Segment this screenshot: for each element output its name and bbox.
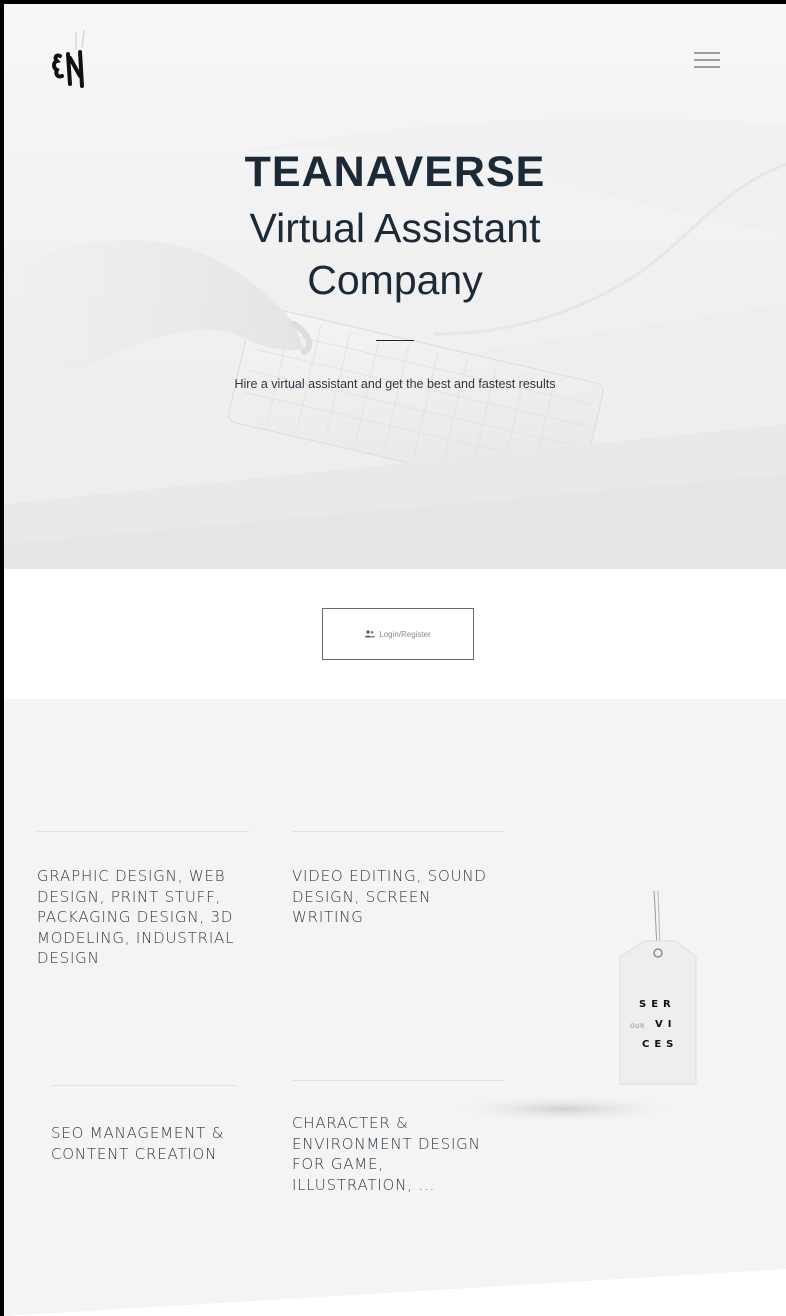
tag-line-1: SER <box>639 999 676 1010</box>
hamburger-menu-icon[interactable] <box>694 48 724 72</box>
login-register-label: Login/Register <box>379 629 431 639</box>
service-divider <box>292 831 504 832</box>
menu-bar-middle <box>694 59 720 61</box>
hero-divider <box>376 340 414 341</box>
page: TEANAVERSE Virtual Assistant Company Hir… <box>4 4 786 1316</box>
menu-bar-top <box>694 52 720 54</box>
service-item-design: GRAPHIC DESIGN, WEB DESIGN, PRINT STUFF,… <box>37 867 235 967</box>
service-item-character: CHARACTER & ENVIRONMENT DESIGN FOR GAME,… <box>292 1114 481 1194</box>
service-item-seo: SEO MANAGEMENT & CONTENT CREATION <box>51 1124 225 1163</box>
logo-icon[interactable] <box>46 24 106 94</box>
hero-subtitle: Virtual Assistant Company <box>249 205 541 303</box>
services-tag: SER OUR VI CES <box>564 879 754 1119</box>
tag-line-3: CES <box>642 1039 679 1050</box>
users-icon <box>365 630 376 638</box>
login-section: Login/Register <box>4 569 786 699</box>
service-divider <box>292 1080 504 1081</box>
login-register-button[interactable]: Login/Register <box>322 608 474 660</box>
service-divider <box>51 1085 237 1086</box>
hero-text-block: TEANAVERSE Virtual Assistant Company Hir… <box>4 144 786 391</box>
tag-line-2: VI <box>655 1019 677 1030</box>
service-item-video: VIDEO EDITING, SOUND DESIGN, SCREEN WRIT… <box>292 867 487 926</box>
hero-section: TEANAVERSE Virtual Assistant Company Hir… <box>4 4 786 569</box>
hero-tagline: Hire a virtual assistant and get the bes… <box>234 377 556 391</box>
hero-title: TEANAVERSE <box>244 148 546 196</box>
service-divider <box>37 831 249 832</box>
tag-line-small: OUR <box>630 1023 645 1030</box>
services-section: GRAPHIC DESIGN, WEB DESIGN, PRINT STUFF,… <box>4 699 786 1316</box>
menu-bar-bottom <box>694 66 720 68</box>
